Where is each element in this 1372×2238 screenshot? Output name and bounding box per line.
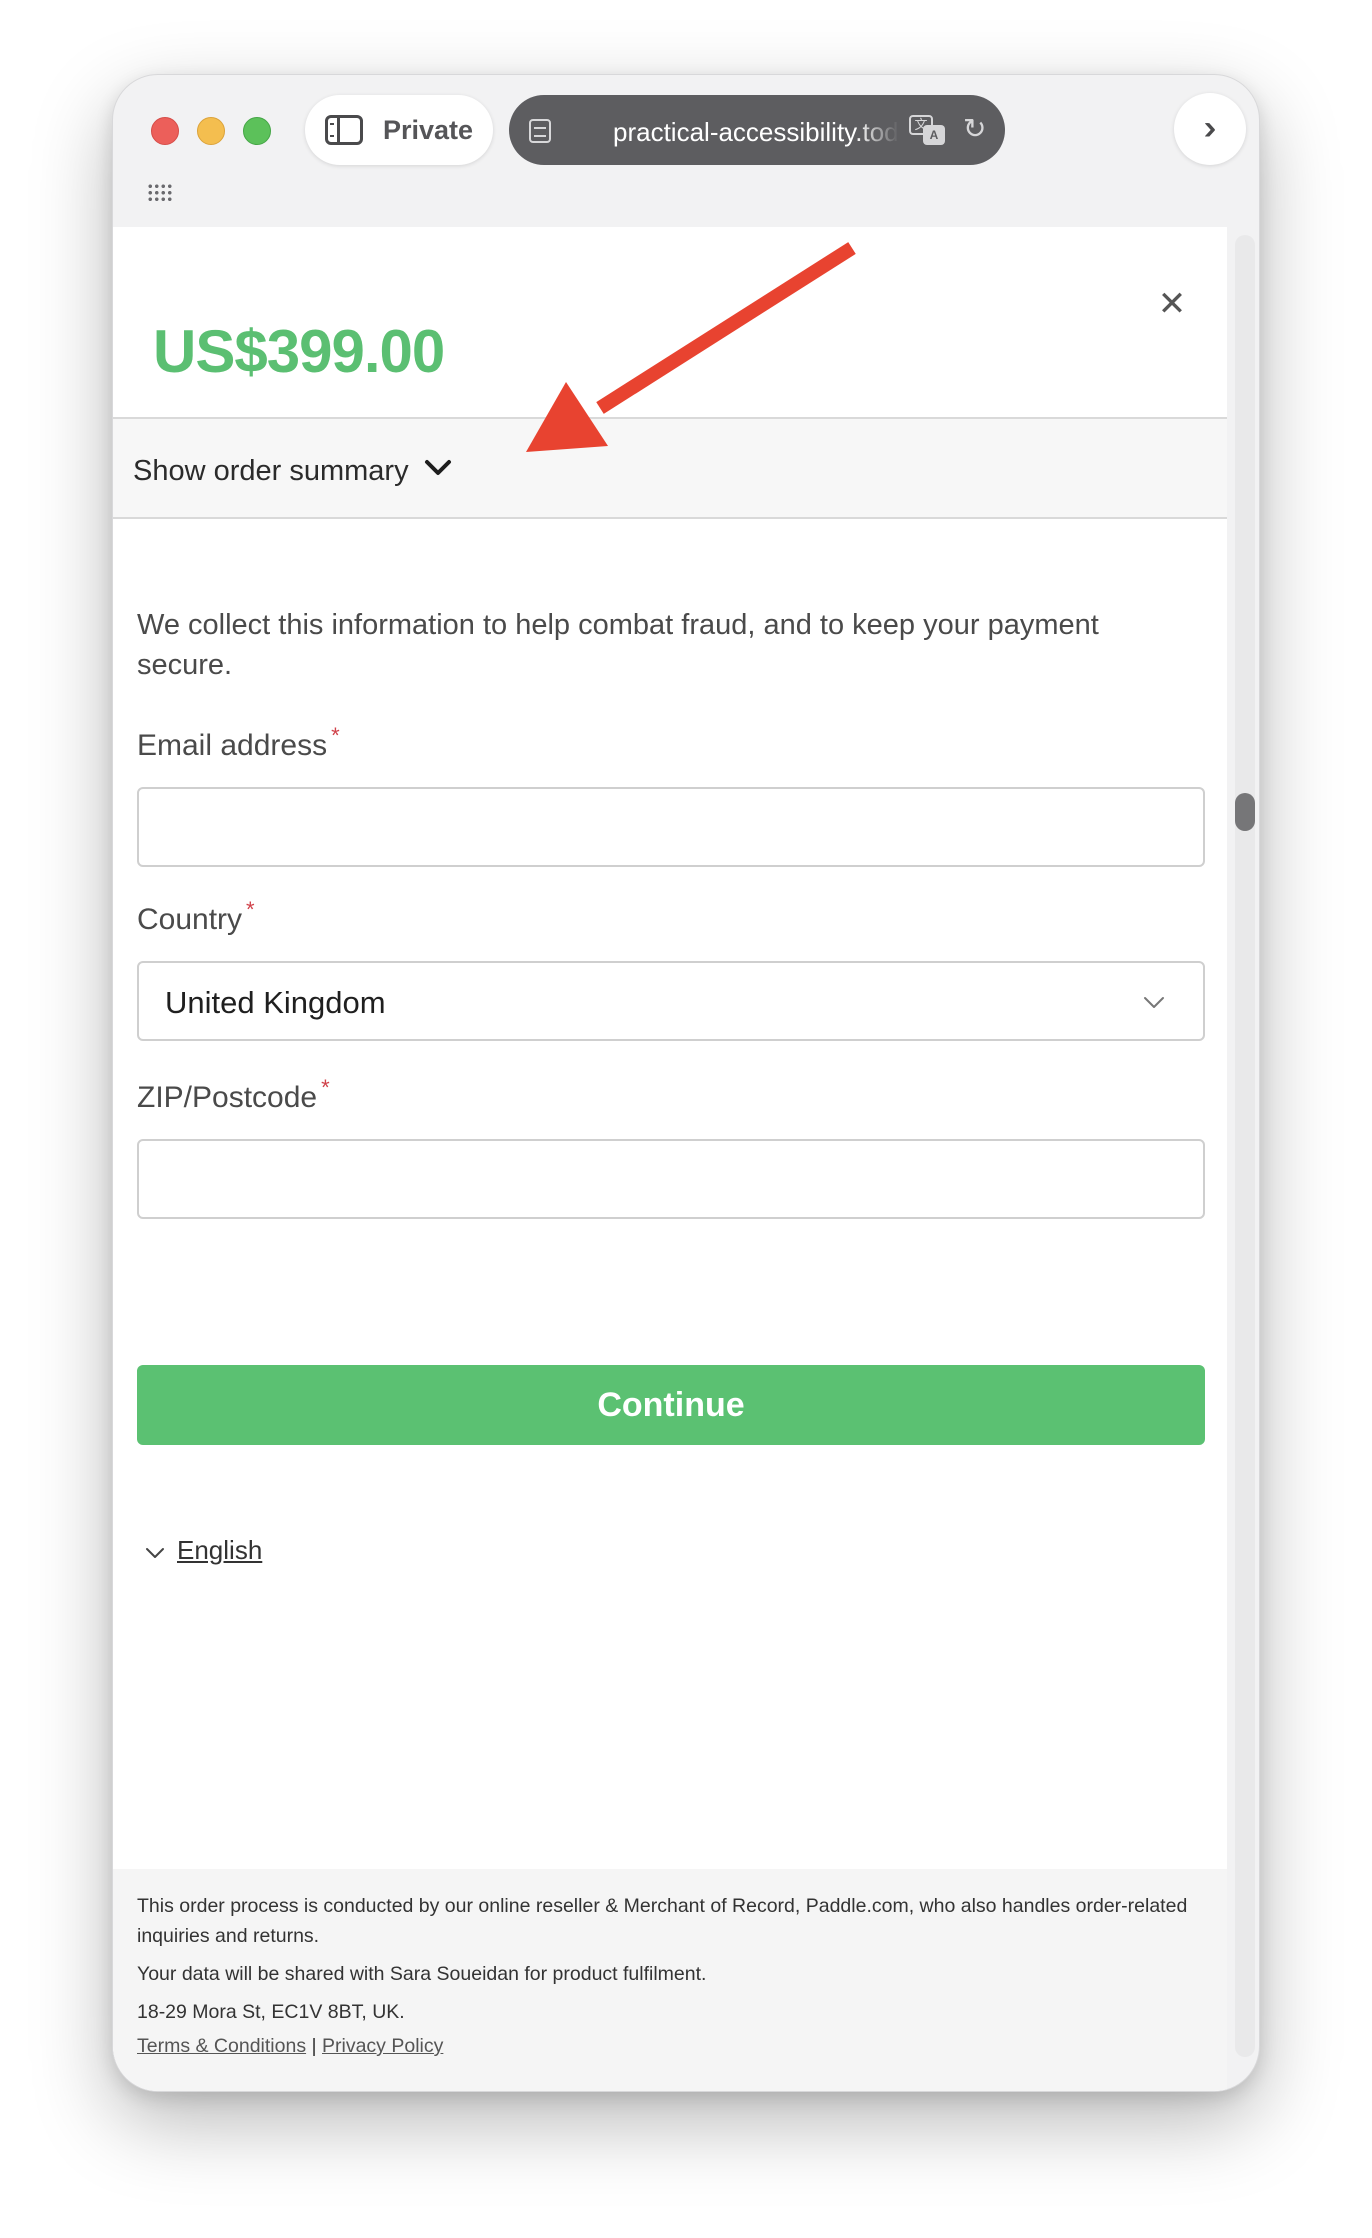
fraud-info-text: We collect this information to help comb… — [137, 609, 1099, 681]
address-bar[interactable]: practical-accessibility.today 文A ↻ — [509, 95, 1005, 165]
company-address: 18-29 Mora St, EC1V 8BT, UK. — [137, 2001, 405, 2023]
country-select[interactable]: United Kingdom — [137, 961, 1205, 1041]
tab-overview-grid-icon[interactable] — [147, 183, 173, 203]
scrollbar-thumb[interactable] — [1235, 793, 1255, 831]
terms-link[interactable]: Terms & Conditions — [137, 2035, 306, 2057]
required-marker: * — [331, 723, 340, 748]
chevron-down-icon — [146, 1548, 164, 1558]
legal-links: Terms & Conditions | Privacy Policy — [137, 2031, 1197, 2061]
private-label: Private — [383, 114, 474, 145]
data-share-notice: Your data will be shared with Sara Souei… — [137, 1963, 707, 1985]
close-icon[interactable]: ✕ — [1155, 287, 1189, 321]
link-separator: | — [311, 2035, 317, 2057]
required-marker: * — [321, 1075, 330, 1100]
close-window-button[interactable] — [151, 117, 179, 145]
translate-icon[interactable]: 文A — [909, 115, 947, 145]
zoom-window-button[interactable] — [243, 117, 271, 145]
reseller-notice: This order process is conducted by our o… — [137, 1895, 1188, 1947]
browser-toolbar: Private practical-accessibility.today 文A… — [113, 75, 1259, 227]
required-marker: * — [246, 897, 255, 922]
minimize-window-button[interactable] — [197, 117, 225, 145]
zip-label: ZIP/Postcode * — [137, 1075, 330, 1115]
url-text[interactable]: practical-accessibility.today — [613, 117, 899, 147]
private-tab-button[interactable]: Private — [305, 95, 493, 165]
privacy-link[interactable]: Privacy Policy — [322, 2035, 443, 2057]
more-tabs-chevron-icon[interactable]: ›› — [1174, 93, 1246, 165]
checkout-panel: US$399.00 ✕ Show order summary We collec… — [113, 227, 1227, 2091]
order-summary-toggle[interactable]: Show order summary — [113, 419, 1227, 519]
order-total-price: US$399.00 — [153, 318, 445, 385]
continue-button[interactable]: Continue — [137, 1365, 1205, 1445]
country-label: Country * — [137, 897, 255, 937]
sidebar-icon — [325, 115, 363, 145]
scrollbar-track[interactable] — [1235, 235, 1255, 2057]
email-label-text: Email address — [137, 729, 328, 762]
reload-icon[interactable]: ↻ — [963, 115, 991, 143]
zip-label-text: ZIP/Postcode — [137, 1081, 318, 1114]
chevron-down-icon — [1144, 997, 1164, 1008]
zip-field[interactable] — [137, 1139, 1205, 1219]
order-summary-label[interactable]: Show order summary — [133, 455, 409, 488]
browser-window: Private practical-accessibility.today 文A… — [112, 74, 1260, 2092]
screenshot-stage: Private practical-accessibility.today 文A… — [0, 0, 1372, 2238]
country-label-text: Country — [137, 903, 243, 936]
language-selector-link[interactable]: English — [177, 1535, 262, 1566]
chevron-down-icon — [425, 460, 451, 475]
checkout-footer: This order process is conducted by our o… — [113, 1869, 1227, 2091]
email-field[interactable] — [137, 787, 1205, 867]
email-label: Email address * — [137, 723, 340, 763]
country-select-value: United Kingdom — [165, 985, 386, 1020]
price-header: US$399.00 ✕ — [113, 227, 1227, 419]
page-menu-icon[interactable] — [529, 119, 551, 143]
